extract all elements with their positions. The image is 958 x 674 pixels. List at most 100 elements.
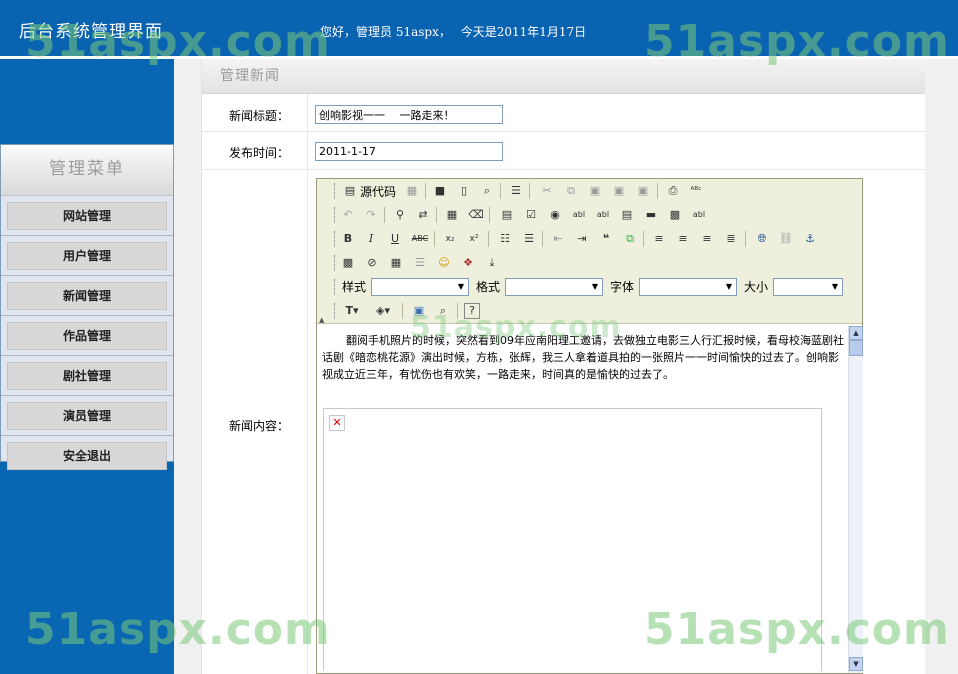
preview-template-icon[interactable]: ▦ (403, 182, 421, 200)
source-icon[interactable]: ▤ (341, 182, 359, 200)
replace-icon[interactable]: ⇄ (414, 206, 432, 224)
link-icon[interactable]: 🌐︎ (753, 230, 771, 248)
paste-icon[interactable]: ▣ (586, 182, 604, 200)
source-button-label[interactable]: 源代码 (360, 183, 396, 200)
undo-icon[interactable]: ↶ (339, 206, 357, 224)
strikethrough-icon[interactable]: ABC (411, 230, 429, 248)
cut-icon[interactable]: ✂ (538, 182, 556, 200)
align-left-icon[interactable]: ≡ (650, 230, 668, 248)
horizontal-rule-icon[interactable]: ☰ (411, 254, 429, 272)
special-char-icon[interactable]: ❖ (459, 254, 477, 272)
textarea-icon[interactable]: abl (594, 206, 612, 224)
toolbar-row: ▩ ⊘ ▦ ☰ ☺ ❖ ⤓ (317, 251, 862, 275)
select-all-icon[interactable]: ▦ (443, 206, 461, 224)
spellcheck-icon[interactable]: ᴬᴮᶜ (687, 182, 705, 200)
align-center-icon[interactable]: ≡ (674, 230, 692, 248)
text-color-icon[interactable]: T▾ (339, 302, 365, 320)
editor-scrollbar[interactable]: ▲ ▼ (848, 326, 863, 673)
editor-toolbar: ▤ 源代码 ▦ ■ ▯ ⌕ ☰ ✂ ⧉ ▣ ▣ ▣ ⎙ ᴬᴮᶜ ↶ ↷ ⚲ ⇄ (317, 179, 862, 324)
toolbar-separator (529, 183, 530, 199)
redo-icon[interactable]: ↷ (362, 206, 380, 224)
menu-item-site[interactable]: 网站管理 (7, 202, 167, 230)
print-icon[interactable]: ⎙ (664, 182, 682, 200)
time-input[interactable] (315, 142, 503, 161)
title-input[interactable] (315, 105, 503, 124)
new-page-icon[interactable]: ▯ (455, 182, 473, 200)
form-icon[interactable]: ▤ (498, 206, 516, 224)
menu-item-actors[interactable]: 演员管理 (7, 402, 167, 430)
save-icon[interactable]: ■ (431, 182, 449, 200)
underline-icon[interactable]: U (386, 230, 404, 248)
templates-icon[interactable]: ☰ (507, 182, 525, 200)
font-select[interactable]: ▼ (639, 278, 737, 296)
greeting-user: 您好，管理员 51aspx， (320, 25, 451, 39)
checkbox-icon[interactable]: ☑ (522, 206, 540, 224)
paste-word-icon[interactable]: ▣ (634, 182, 652, 200)
outdent-icon[interactable]: ⇤ (549, 230, 567, 248)
scroll-down-icon[interactable]: ▼ (849, 657, 863, 671)
page-break-icon[interactable]: ⤓ (483, 254, 501, 272)
greeting-text: 您好，管理员 51aspx， 今天是2011年1月17日 (320, 23, 592, 40)
smiley-icon[interactable]: ☺ (435, 254, 453, 272)
collapse-toolbar-icon[interactable]: ▲ (319, 316, 324, 324)
menu-divider (1, 355, 173, 356)
image-button-icon[interactable]: ▩ (666, 206, 684, 224)
size-select[interactable]: ▼ (773, 278, 843, 296)
menu-item-logout[interactable]: 安全退出 (7, 442, 167, 470)
paste-text-icon[interactable]: ▣ (610, 182, 628, 200)
menu-item-troupe[interactable]: 剧社管理 (7, 362, 167, 390)
font-label: 字体 (610, 280, 635, 294)
time-label: 发布时间： (202, 132, 308, 169)
header-bar: 后台系统管理界面 您好，管理员 51aspx， 今天是2011年1月17日 (0, 0, 958, 56)
toolbar-separator (425, 183, 426, 199)
help-icon[interactable]: ? (464, 303, 480, 319)
remove-format-icon[interactable]: ⌫ (467, 206, 485, 224)
menu-title: 管理菜单 (1, 145, 173, 196)
table-icon[interactable]: ▦ (387, 254, 405, 272)
unlink-icon[interactable]: ⛓ (777, 230, 795, 248)
radio-icon[interactable]: ◉ (546, 206, 564, 224)
broken-image-icon: ✕ (329, 415, 345, 431)
chevron-down-icon: ▼ (831, 282, 839, 291)
numbered-list-icon[interactable]: ☷ (496, 230, 514, 248)
flash-icon[interactable]: ⊘ (363, 254, 381, 272)
align-right-icon[interactable]: ≡ (698, 230, 716, 248)
superscript-icon[interactable]: x² (465, 230, 483, 248)
menu-item-works[interactable]: 作品管理 (7, 322, 167, 350)
menu-item-news[interactable]: 新闻管理 (7, 282, 167, 310)
copy-icon[interactable]: ⧉ (562, 182, 580, 200)
div-container-icon[interactable]: ⧉ (621, 230, 639, 248)
menu-item-users[interactable]: 用户管理 (7, 242, 167, 270)
image-icon[interactable]: ▩ (339, 254, 357, 272)
toolbar-row: T▾ ◈▾ ▣ ⌕ ? (317, 299, 862, 323)
toolbar-separator (436, 207, 437, 223)
anchor-icon[interactable]: ⚓ (801, 230, 819, 248)
bulleted-list-icon[interactable]: ☰ (520, 230, 538, 248)
justify-icon[interactable]: ≣ (722, 230, 740, 248)
bold-icon[interactable]: B (339, 230, 357, 248)
chevron-down-icon: ▼ (725, 282, 733, 291)
blockquote-icon[interactable]: ❝ (597, 230, 615, 248)
select-field-icon[interactable]: ▤ (618, 206, 636, 224)
toolbar-handle (334, 231, 337, 247)
indent-icon[interactable]: ⇥ (573, 230, 591, 248)
textfield-icon[interactable]: abl (570, 206, 588, 224)
format-select[interactable]: ▼ (505, 278, 603, 296)
bg-color-icon[interactable]: ◈▾ (370, 302, 396, 320)
hidden-field-icon[interactable]: abl (690, 206, 708, 224)
editor-content-area[interactable]: 翻阅手机照片的时候，突然看到09年应南阳理工邀请，去做独立电影三人行汇报时候，看… (320, 326, 847, 671)
subscript-icon[interactable]: x₂ (441, 230, 459, 248)
style-select[interactable]: ▼ (371, 278, 469, 296)
show-blocks-icon[interactable]: ⌕ (434, 302, 452, 320)
scroll-up-icon[interactable]: ▲ (849, 326, 863, 340)
button-field-icon[interactable]: ▬ (642, 206, 660, 224)
style-label: 样式 (342, 280, 367, 294)
find-icon[interactable]: ⚲ (391, 206, 409, 224)
maximize-icon[interactable]: ▣ (410, 302, 428, 320)
preview-icon[interactable]: ⌕ (478, 182, 496, 200)
toolbar-handle (334, 303, 337, 319)
italic-icon[interactable]: I (362, 230, 380, 248)
menu-divider (1, 275, 173, 276)
toolbar-row: B I U ABC x₂ x² ☷ ☰ ⇤ ⇥ ❝ ⧉ ≡ ≡ ≡ ≣ 🌐︎ ⛓… (317, 227, 862, 251)
scroll-thumb[interactable] (849, 340, 863, 356)
